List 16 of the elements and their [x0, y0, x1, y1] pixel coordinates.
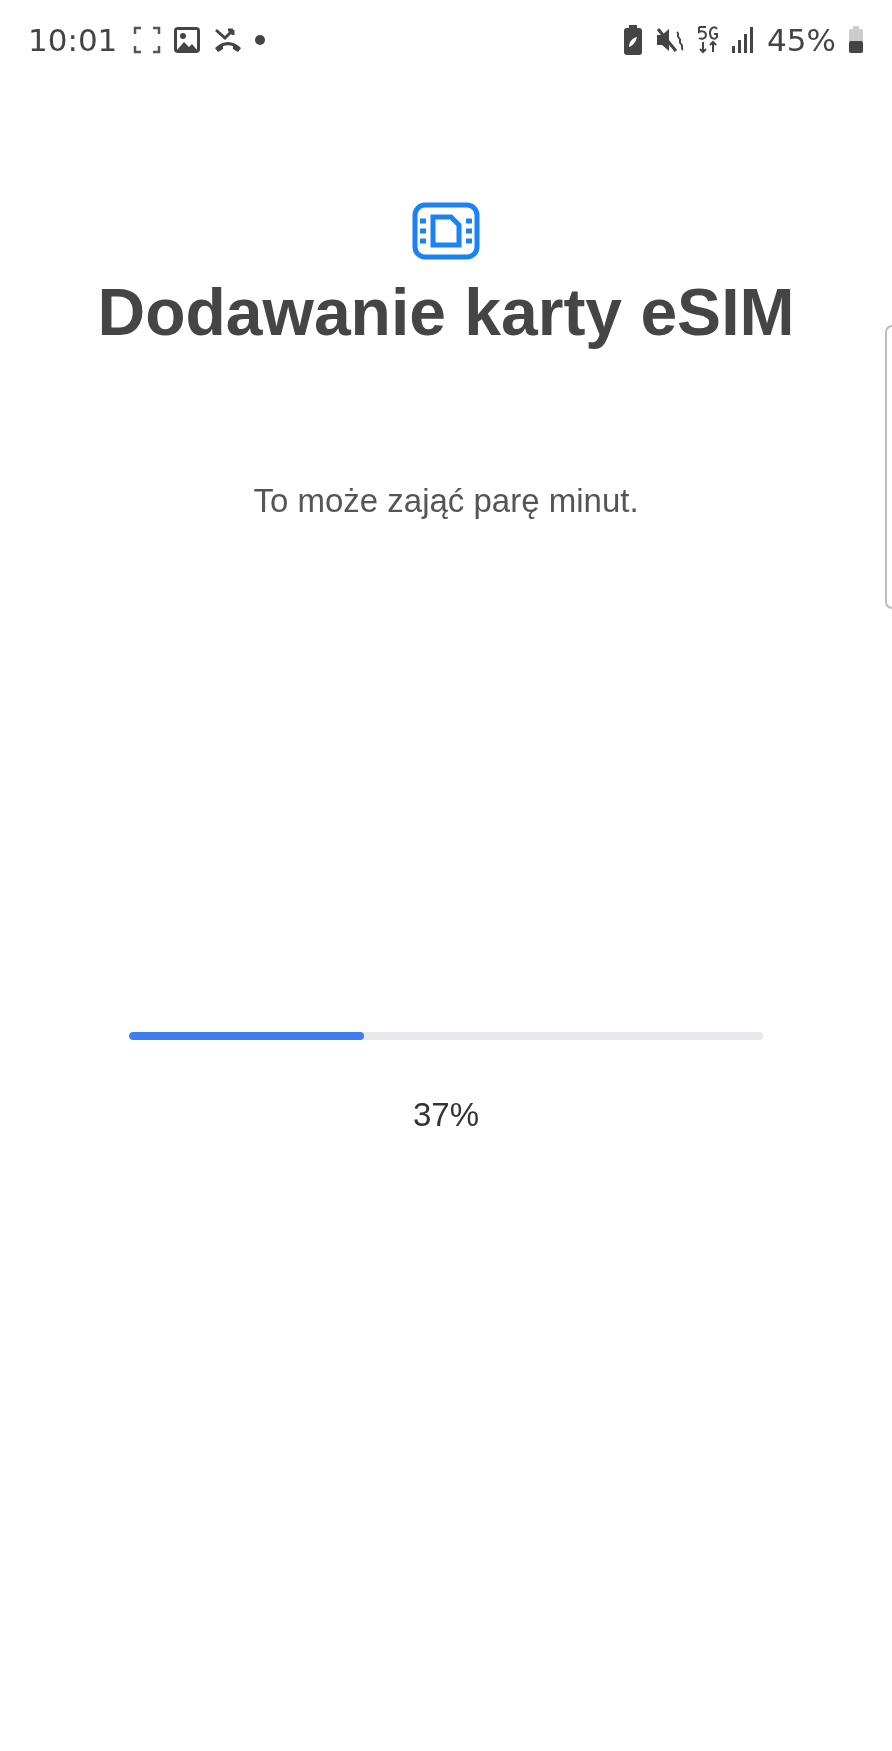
missed-call-icon [213, 26, 244, 54]
signal-icon [731, 26, 756, 54]
progress-percentage: 37% [412, 1096, 480, 1134]
network-5g-icon [697, 25, 720, 55]
page-title: Dodawanie karty eSIM [97, 274, 795, 350]
edge-panel-handle[interactable] [885, 325, 892, 609]
mute-icon [655, 26, 686, 54]
image-icon [173, 26, 202, 54]
screenshot-frame-icon [133, 26, 162, 54]
sim-card-icon [412, 202, 480, 260]
battery-icon [848, 26, 864, 54]
status-time: 10:01 [28, 22, 118, 58]
notification-dot-icon [255, 35, 266, 45]
battery-percentage: 45% [767, 22, 836, 58]
battery-saver-icon [623, 25, 644, 55]
subtitle: To może zająć parę minut. [253, 482, 639, 520]
